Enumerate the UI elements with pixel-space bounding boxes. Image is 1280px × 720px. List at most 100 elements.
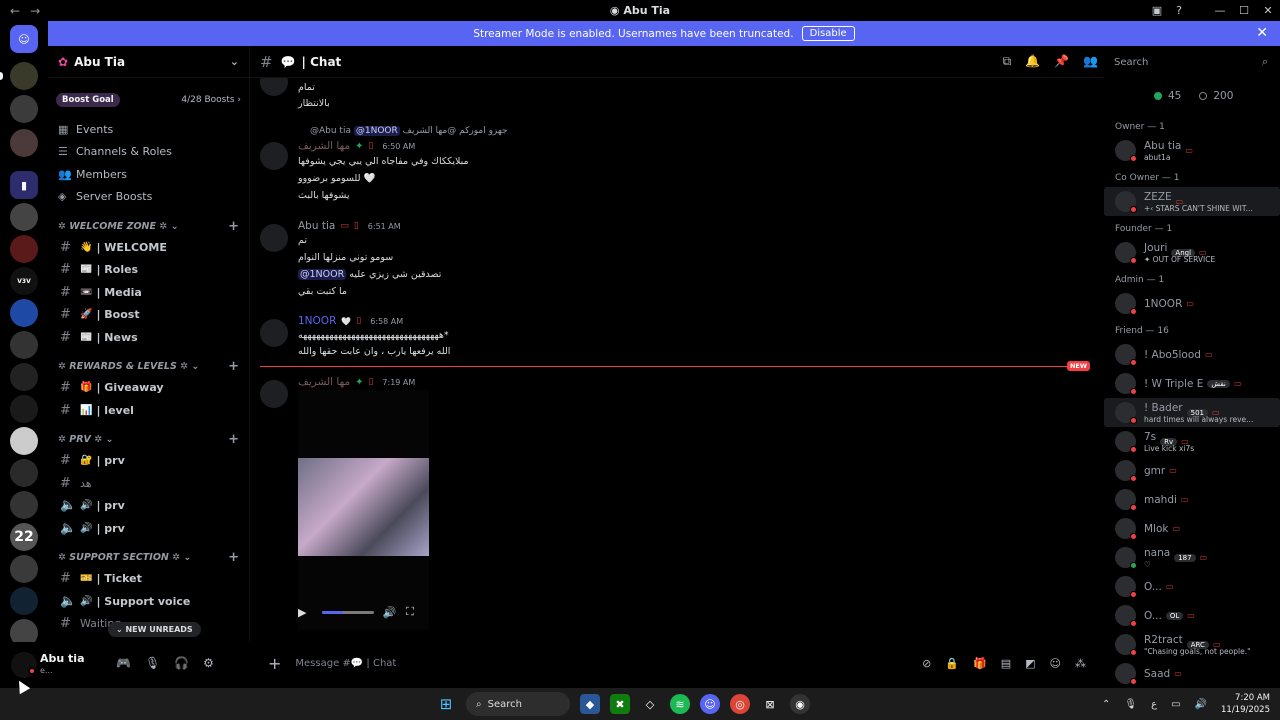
message-composer[interactable]: + Message #💬 | Chat ⊘ 🔒 🎁 ▤ ◩ ☺ ⁂ — [258, 647, 1092, 679]
server-icon[interactable] — [0, 62, 38, 90]
member-item[interactable]: ! Abo5lood ▭ — [1104, 340, 1280, 369]
microphone-icon[interactable]: 🎙 — [1124, 699, 1137, 710]
roblox-icon[interactable]: ◇ — [640, 694, 660, 714]
guild-header[interactable]: ✿ Abu Tia ⌄ — [48, 46, 249, 78]
channel-category[interactable]: ✲ PRV ✲ ⌄ + — [48, 430, 249, 450]
channel-item[interactable]: 🔈 🔊 | prv — [48, 495, 249, 518]
app-icon[interactable]: ◆ — [580, 694, 600, 714]
sidebar-item[interactable]: 👥 Members — [48, 163, 249, 186]
message-author[interactable]: مها الشريف — [298, 376, 350, 388]
volume-icon[interactable]: 🔊 — [382, 606, 396, 619]
sidebar-item[interactable]: ☰ Channels & Roles — [48, 141, 249, 164]
server-icon[interactable] — [10, 331, 38, 359]
member-list-icon[interactable]: 👥 — [1083, 54, 1098, 69]
server-icon[interactable]: V3V — [10, 267, 38, 295]
network-icon[interactable]: ▭ — [1171, 699, 1180, 710]
notification-bell-icon[interactable]: 🔔 — [1025, 54, 1040, 69]
reply-preview[interactable]: @Abu tia @1NOOR جهزو اموركم @مها الشريف — [310, 126, 508, 136]
minimize-button[interactable]: — — [1208, 0, 1232, 21]
channel-item[interactable]: # 🎁 | Giveaway — [48, 377, 249, 400]
avatar[interactable] — [260, 319, 288, 347]
taskbar-search[interactable]: ⌕ Search — [466, 692, 570, 716]
server-icon[interactable] — [10, 95, 38, 123]
video-attachment[interactable] — [298, 390, 429, 630]
clock[interactable]: 7:20 AM 11/19/2025 — [1221, 692, 1270, 716]
boost-goal[interactable]: Boost Goal 4/28 Boosts › — [56, 88, 241, 112]
create-channel-icon[interactable]: + — [228, 219, 239, 234]
apps-icon[interactable]: ⁂ — [1075, 657, 1086, 670]
channel-category[interactable]: ✲ REWARDS & LEVELS ✲ ⌄ + — [48, 357, 249, 377]
add-attachment-icon[interactable]: + — [268, 654, 281, 673]
folder-icon[interactable]: ▮ — [10, 171, 38, 199]
member-item[interactable]: ! W Triple E نقش ▭ — [1104, 369, 1280, 398]
member-item[interactable]: Abu tia ▭ abut1a — [1104, 136, 1280, 165]
avatar[interactable] — [260, 224, 288, 252]
server-icon[interactable] — [10, 203, 38, 231]
channel-item[interactable]: # 🎫 | Ticket — [48, 568, 249, 591]
server-icon[interactable] — [10, 459, 38, 487]
headphones-icon[interactable]: 🎧 — [174, 656, 189, 670]
server-icon[interactable] — [10, 129, 38, 157]
server-icon[interactable] — [10, 363, 38, 391]
member-item[interactable]: Mlok ▭ — [1104, 514, 1280, 543]
chrome-icon[interactable]: ◎ — [730, 694, 750, 714]
chevron-up-icon[interactable]: ⌃ — [1102, 699, 1110, 710]
sticker-icon[interactable]: ◩ — [1025, 657, 1035, 670]
close-window-button[interactable]: ✕ — [1256, 0, 1280, 21]
maximize-button[interactable]: ☐ — [1232, 0, 1256, 21]
server-icon[interactable] — [10, 491, 38, 519]
gift-icon[interactable]: 🎁 — [973, 657, 987, 670]
avatar[interactable] — [260, 380, 288, 408]
close-icon[interactable]: ✕ — [1256, 25, 1268, 41]
user-name[interactable]: Abu tia — [40, 652, 85, 665]
message-author[interactable]: 1NOOR — [298, 315, 336, 327]
search-input[interactable]: Search ⌕ — [1104, 50, 1276, 74]
channel-category[interactable]: ✲ WELCOME ZONE ✲ ⌄ + — [48, 216, 249, 236]
language-indicator[interactable]: ع — [1151, 699, 1157, 710]
member-item[interactable]: 7s Rv ▭ Live kick xi7s — [1104, 427, 1280, 456]
sidebar-item[interactable]: ◈ Server Boosts — [48, 186, 249, 209]
member-item[interactable]: O... ▭ — [1104, 572, 1280, 601]
help-icon[interactable]: ? — [1168, 0, 1190, 21]
play-icon[interactable]: ▶ — [298, 606, 306, 619]
create-channel-icon[interactable]: + — [228, 359, 239, 374]
spotify-icon[interactable]: ≋ — [670, 694, 690, 714]
create-channel-icon[interactable]: + — [228, 432, 239, 447]
excel-icon[interactable]: ⊠ — [760, 694, 780, 714]
volume-icon[interactable]: 🔊 — [1195, 699, 1207, 710]
lock-icon[interactable]: 🔒 — [945, 657, 959, 670]
server-icon[interactable] — [10, 587, 38, 615]
member-item[interactable]: Jouri Angl ▭ ✦ OUT OF SERVICE — [1104, 238, 1280, 267]
channel-item[interactable]: # 🚀 | Boost — [48, 304, 249, 327]
no-mic-icon[interactable]: ⊘ — [922, 657, 931, 670]
channel-item[interactable]: 🔈 🔊 | prv — [48, 517, 249, 540]
channel-item[interactable]: # 📊 | level — [48, 399, 249, 422]
sidebar-item[interactable]: ▦ Events — [48, 118, 249, 141]
windows-start-icon[interactable]: ⊞ — [436, 694, 456, 714]
server-icon[interactable] — [10, 235, 38, 263]
fullscreen-icon[interactable]: ⛶ — [406, 605, 414, 619]
member-item[interactable]: O... OL ▭ — [1104, 601, 1280, 630]
member-item[interactable]: ZEZE ▭ +‹ STARS CAN'T SHINE WIT... — [1104, 187, 1280, 216]
channel-item[interactable]: # 👋 | WELCOME — [48, 236, 249, 259]
obs-icon[interactable]: ◉ — [790, 694, 810, 714]
disable-button[interactable]: Disable — [801, 26, 855, 41]
member-item[interactable]: mahdi ▭ — [1104, 485, 1280, 514]
discord-icon[interactable]: ☺ — [700, 694, 720, 714]
channel-item[interactable]: # 📰 | Roles — [48, 259, 249, 282]
member-item[interactable]: nana 187 ▭ ♡ — [1104, 543, 1280, 572]
server-icon[interactable]: 22 — [10, 523, 38, 551]
member-item[interactable]: Saad ▭ — [1104, 659, 1280, 688]
xbox-icon[interactable]: ✖ — [610, 694, 630, 714]
member-item[interactable]: gmr ▭ — [1104, 456, 1280, 485]
threads-icon[interactable]: ⧉ — [1003, 54, 1012, 69]
channel-item[interactable]: 🔈 🔊 | Support voice — [48, 590, 249, 613]
microphone-icon[interactable]: 🎙 — [145, 656, 160, 670]
new-unreads-button[interactable]: ⌄ NEW UNREADS — [108, 622, 201, 637]
server-icon[interactable] — [10, 395, 38, 423]
message-author[interactable]: Abu tia — [298, 220, 335, 232]
channel-item[interactable]: # 🔐 | prv — [48, 450, 249, 473]
member-item[interactable]: ! Bader 501 ▭ hard times will always reve..… — [1104, 398, 1280, 427]
server-icon[interactable] — [10, 299, 38, 327]
back-arrow-icon[interactable]: ← — [10, 4, 20, 18]
